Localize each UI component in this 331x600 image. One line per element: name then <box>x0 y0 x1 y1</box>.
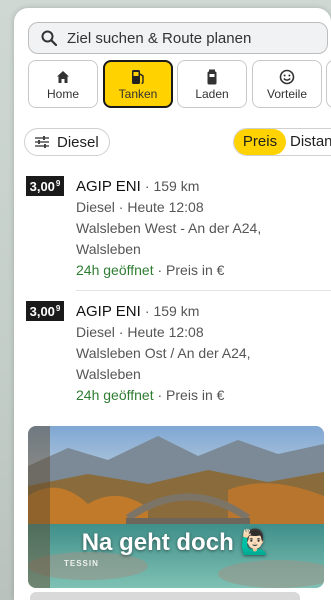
station-fuel-time: Diesel · Heute 12:08 <box>76 324 204 340</box>
category-label: Home <box>46 87 79 101</box>
fuel-type-filter[interactable]: Diesel <box>24 128 110 156</box>
station-city: Walsleben <box>76 366 141 382</box>
category-label: Tanken <box>118 87 158 101</box>
station-address: Walsleben West - An der A24, <box>76 220 262 236</box>
divider <box>76 290 331 291</box>
category-laden[interactable]: Laden <box>177 60 247 108</box>
station-brand: AGIP ENI <box>76 303 141 320</box>
price-fraction: 9 <box>55 304 61 314</box>
category-label: Vorteile <box>266 87 308 101</box>
ad-logo: TESSIN <box>64 559 99 568</box>
open-status: 24h geöffnet <box>76 262 154 278</box>
station-address: Walsleben Ost / An der A24, <box>76 345 251 361</box>
fuel-type-label: Diesel <box>57 133 99 151</box>
sort-option-distanz[interactable]: Distanz <box>286 129 331 155</box>
station-distance: 159 km <box>153 178 200 194</box>
ad-caption: Na geht doch 🙋🏻‍♂️ <box>81 529 271 556</box>
station-brand: AGIP ENI <box>76 178 141 195</box>
open-status: 24h geöffnet <box>76 387 154 403</box>
fuel-icon <box>131 67 145 87</box>
category-vorteile[interactable]: Vorteile <box>252 60 322 108</box>
price-main: 3,00 <box>29 303 55 319</box>
category-label: Laden <box>195 87 229 101</box>
category-next[interactable] <box>326 60 331 108</box>
charging-icon <box>206 67 218 87</box>
price-note: · Preis in € <box>157 262 225 278</box>
search-placeholder: Ziel suchen & Route planen <box>67 29 252 47</box>
price-tag: 3,00 9 <box>26 176 64 196</box>
category-bar: Home Tanken Laden Vorteile <box>28 60 331 116</box>
station-fuel-time: Diesel · Heute 12:08 <box>76 199 204 215</box>
price-fraction: 9 <box>55 179 61 189</box>
price-note: · Preis in € <box>157 387 225 403</box>
ad-banner[interactable]: Na geht doch 🙋🏻‍♂️ TESSIN <box>28 426 324 588</box>
next-card-peek <box>30 592 300 600</box>
sliders-icon <box>35 136 49 148</box>
station-city: Walsleben <box>76 241 141 257</box>
bottom-sheet: Ziel suchen & Route planen Home Tanken L… <box>14 8 331 600</box>
price-main: 3,00 <box>29 178 55 194</box>
price-tag: 3,00 9 <box>26 301 64 321</box>
category-tanken[interactable]: Tanken <box>103 60 173 108</box>
sort-toggle: Preis Distanz <box>233 128 331 156</box>
home-icon <box>56 67 70 87</box>
search-bar[interactable]: Ziel suchen & Route planen <box>28 22 328 54</box>
smiley-icon <box>279 67 295 87</box>
station-distance: 159 km <box>153 303 200 319</box>
category-home[interactable]: Home <box>28 60 98 108</box>
search-icon <box>41 30 57 46</box>
filter-row: Diesel Preis Distanz <box>24 128 331 158</box>
sort-option-preis[interactable]: Preis <box>234 129 286 155</box>
